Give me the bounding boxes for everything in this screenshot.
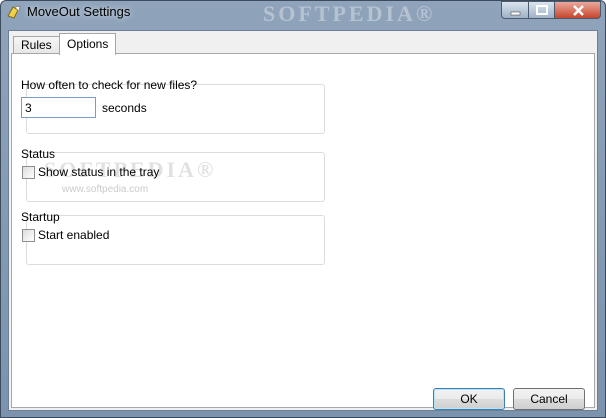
close-icon [573, 5, 584, 16]
check-interval-label: How often to check for new files? [21, 78, 198, 92]
start-enabled-checkbox[interactable] [22, 229, 35, 242]
show-status-label[interactable]: Show status in the tray [38, 165, 159, 179]
maximize-icon [536, 5, 548, 15]
options-tab-page: How often to check for new files? second… [11, 53, 595, 410]
tab-rules[interactable]: Rules [13, 36, 60, 54]
softpedia-watermark: SOFTPEDIA® [263, 1, 436, 26]
settings-window: MoveOut Settings SOFTPEDIA® Rules Option… [0, 0, 606, 418]
minimize-button[interactable] [501, 1, 529, 19]
check-interval-input[interactable] [21, 97, 96, 118]
startup-group-label: Startup [21, 210, 60, 224]
start-enabled-label[interactable]: Start enabled [38, 228, 109, 242]
maximize-button[interactable] [528, 1, 555, 19]
app-icon [6, 4, 22, 20]
minimize-icon [510, 11, 521, 16]
cancel-button[interactable]: Cancel [513, 388, 585, 410]
title-bar[interactable]: MoveOut Settings SOFTPEDIA® [1, 1, 605, 26]
ok-button[interactable]: OK [433, 388, 505, 410]
close-button[interactable] [554, 1, 601, 19]
tab-options[interactable]: Options [59, 33, 117, 55]
seconds-label: seconds [102, 101, 147, 115]
show-status-checkbox[interactable] [22, 166, 35, 179]
softpedia-url-watermark: www.softpedia.com [62, 184, 149, 195]
window-title: MoveOut Settings [27, 4, 131, 19]
dialog-client-area: Rules Options How often to check for new… [8, 30, 598, 411]
